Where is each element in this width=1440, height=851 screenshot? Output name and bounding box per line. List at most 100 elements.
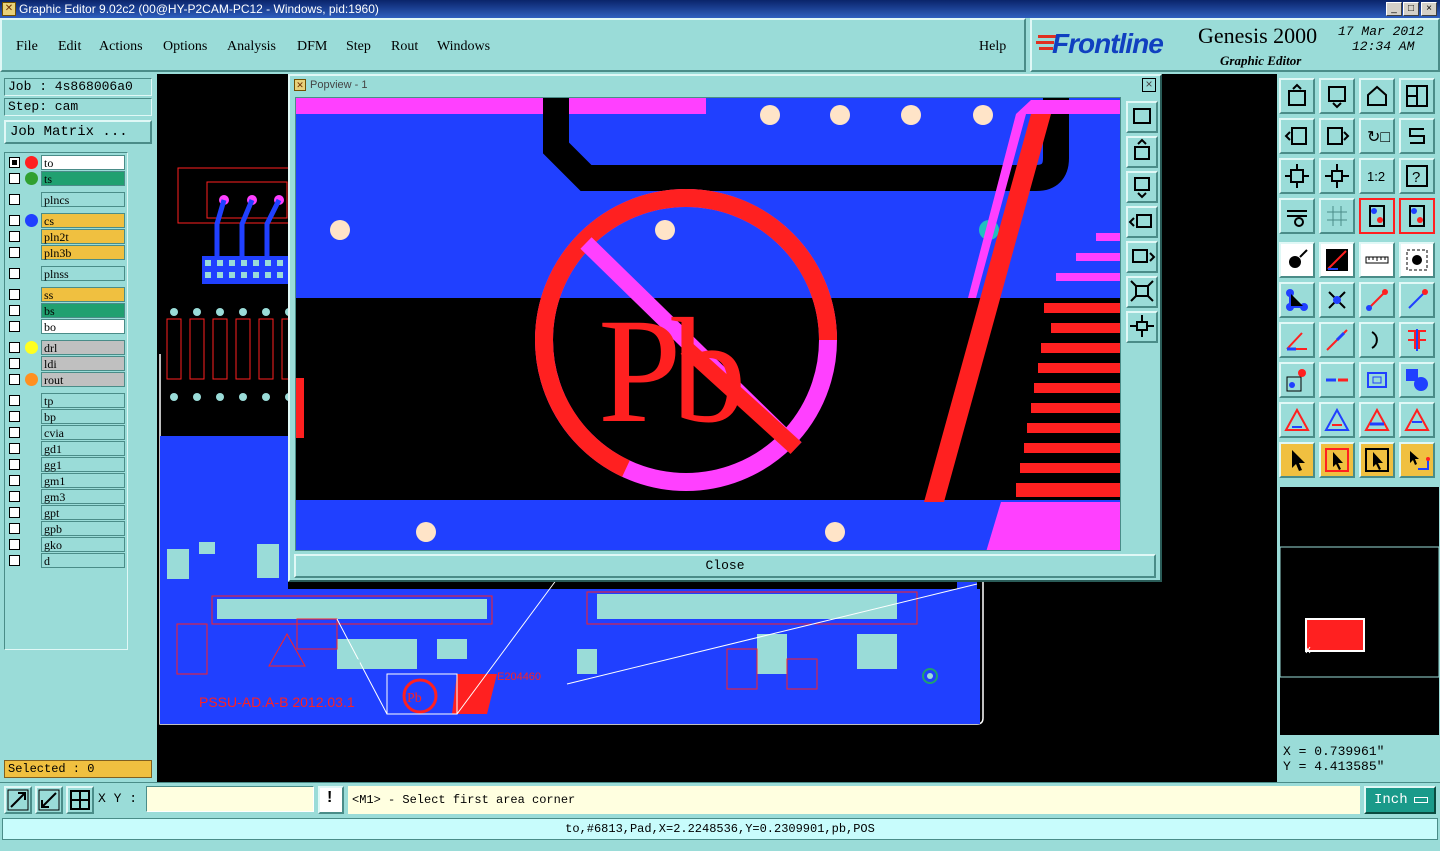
popview-close-icon[interactable]: × [1142, 78, 1156, 92]
pan-down-icon[interactable] [1319, 78, 1355, 114]
layer-row-d[interactable]: d [7, 553, 127, 568]
layer-name[interactable]: gd1 [41, 441, 125, 456]
menu-options[interactable]: Options [163, 39, 207, 55]
scale-1-2-icon[interactable]: 1:2 [1359, 158, 1395, 194]
layer-checkbox[interactable] [9, 475, 20, 486]
layer-row-cs[interactable]: cs [7, 213, 127, 228]
layer-checkbox[interactable] [9, 157, 20, 168]
help-query-icon[interactable]: ? [1399, 158, 1435, 194]
triangle-edit-icon[interactable] [1319, 402, 1355, 438]
layer-name[interactable]: plncs [41, 192, 125, 207]
pop-pan-down-button[interactable] [1126, 171, 1158, 203]
layer-name[interactable]: cs [41, 213, 125, 228]
pop-zoom-in-button[interactable] [1126, 276, 1158, 308]
layer-row-plnss[interactable]: plnss [7, 266, 127, 281]
job-matrix-button[interactable]: Job Matrix ... [4, 120, 152, 144]
layer-name[interactable]: drl [41, 340, 125, 355]
layer-name[interactable]: bo [41, 319, 125, 334]
menu-windows[interactable]: Windows [437, 39, 490, 55]
layer-checkbox[interactable] [9, 231, 20, 242]
select-feature-icon[interactable] [1279, 242, 1315, 278]
pad-array-icon[interactable] [1359, 362, 1395, 398]
window-split-icon[interactable] [1399, 78, 1435, 114]
layer-checkbox[interactable] [9, 539, 20, 550]
pointer-filled-icon[interactable] [1359, 442, 1395, 478]
zoom-fit-icon[interactable] [1279, 158, 1315, 194]
layer-name[interactable]: gko [41, 537, 125, 552]
home-up-icon[interactable] [1279, 78, 1315, 114]
layer-row-gpb[interactable]: gpb [7, 521, 127, 536]
triangle-tool-icon[interactable] [1279, 402, 1315, 438]
grid-snap-icon[interactable] [66, 786, 94, 814]
layer-checkbox[interactable] [9, 215, 20, 226]
layer-row-pln3b[interactable]: pln3b [7, 245, 127, 260]
layer-name[interactable]: gpb [41, 521, 125, 536]
layer-checkbox[interactable] [9, 555, 20, 566]
layer-name[interactable]: tp [41, 393, 125, 408]
layer-row-bp[interactable]: bp [7, 409, 127, 424]
triangle-copy-icon[interactable] [1399, 402, 1435, 438]
layer-row-to[interactable]: to [7, 155, 127, 170]
pop-zoom-out-button[interactable] [1126, 311, 1158, 343]
menu-help[interactable]: Help [979, 39, 1006, 55]
menu-dfm[interactable]: DFM [297, 39, 327, 55]
pop-zoom-fit-button[interactable] [1126, 101, 1158, 133]
layer-checkbox[interactable] [9, 194, 20, 205]
popview-canvas[interactable]: Pb [295, 97, 1121, 551]
layer-checkbox[interactable] [9, 268, 20, 279]
split-line-icon[interactable] [1319, 362, 1355, 398]
move-node-icon[interactable] [1359, 282, 1395, 318]
triangle-move-icon[interactable] [1359, 402, 1395, 438]
area-select-icon[interactable] [1399, 242, 1435, 278]
xy-input[interactable] [146, 786, 314, 812]
pointer-box-icon[interactable] [1319, 442, 1355, 478]
layer-name[interactable]: bs [41, 303, 125, 318]
pan-left-icon[interactable] [1279, 118, 1315, 154]
menu-edit[interactable]: Edit [58, 39, 81, 55]
zoom-center-icon[interactable] [1319, 158, 1355, 194]
menu-analysis[interactable]: Analysis [227, 39, 276, 55]
layer-checkbox[interactable] [9, 459, 20, 470]
layer-row-ldi[interactable]: ldi [7, 356, 127, 371]
pop-pan-up-button[interactable] [1126, 136, 1158, 168]
layer-checkbox[interactable] [9, 523, 20, 534]
layer-row-bs[interactable]: bs [7, 303, 127, 318]
layer-checkbox[interactable] [9, 173, 20, 184]
layer-name[interactable]: ldi [41, 356, 125, 371]
layer-row-gm1[interactable]: gm1 [7, 473, 127, 488]
layer-name[interactable]: d [41, 553, 125, 568]
zoom-in-icon[interactable] [4, 786, 32, 814]
menu-actions[interactable]: Actions [99, 39, 143, 55]
layer-checkbox[interactable] [9, 427, 20, 438]
unit-selector[interactable]: Inch [1364, 786, 1436, 814]
grid-icon[interactable] [1319, 198, 1355, 234]
layer-name[interactable]: ss [41, 287, 125, 302]
home-icon[interactable] [1359, 78, 1395, 114]
layer-checkbox[interactable] [9, 305, 20, 316]
layer-name[interactable]: gpt [41, 505, 125, 520]
layer-checkbox[interactable] [9, 342, 20, 353]
delete-node-icon[interactable] [1319, 282, 1355, 318]
minimize-button[interactable]: _ [1386, 2, 1402, 16]
layer-checkbox[interactable] [9, 443, 20, 454]
layer-checkbox[interactable] [9, 358, 20, 369]
layer-name[interactable]: plnss [41, 266, 125, 281]
snap-off-icon[interactable] [1399, 198, 1435, 234]
mirror-icon[interactable] [1399, 322, 1435, 358]
layer-name[interactable]: bp [41, 409, 125, 424]
layer-name[interactable]: ts [41, 171, 125, 186]
layer-row-gm3[interactable]: gm3 [7, 489, 127, 504]
zoom-out-icon[interactable] [35, 786, 63, 814]
layer-checkbox[interactable] [9, 247, 20, 258]
pop-pan-left-button[interactable] [1126, 206, 1158, 238]
layer-row-drl[interactable]: drl [7, 340, 127, 355]
layer-checkbox[interactable] [9, 491, 20, 502]
layer-row-gg1[interactable]: gg1 [7, 457, 127, 472]
rotate-view-icon[interactable]: ↻□ [1359, 118, 1395, 154]
stretch-node-icon[interactable] [1399, 282, 1435, 318]
pointer-connect-icon[interactable] [1399, 442, 1435, 478]
layer-row-plncs[interactable]: plncs [7, 192, 127, 207]
shape-add-icon[interactable] [1399, 362, 1435, 398]
close-window-button[interactable]: × [1421, 2, 1437, 16]
angle-line-icon[interactable] [1279, 322, 1315, 358]
